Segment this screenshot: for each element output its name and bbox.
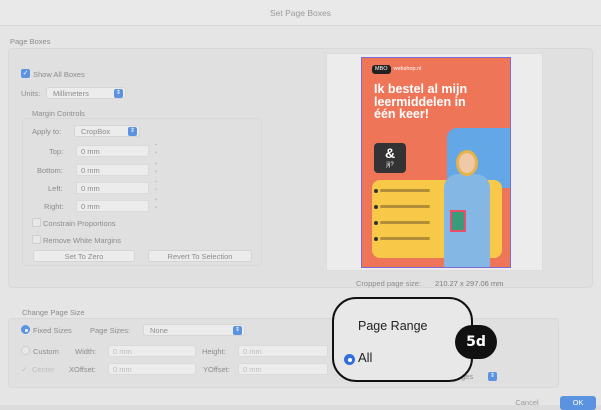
window-title: Set Page Boxes (0, 0, 601, 26)
top-margin-field[interactable]: 0 mm (76, 145, 149, 157)
width-label: Width: (75, 347, 97, 356)
center-label: Center (32, 365, 55, 374)
poster-bullet-line (380, 205, 430, 208)
page-range-title: Page Range (358, 319, 428, 333)
step-badge: 5d (455, 325, 497, 359)
revert-to-selection-button[interactable]: Revert To Selection (148, 250, 252, 262)
all-pages-radio[interactable] (344, 354, 355, 365)
top-stepper[interactable]: ⌃ ⌄ (153, 144, 159, 156)
apply-to-value: CropBox (81, 127, 111, 136)
cancel-button[interactable]: Cancel (503, 396, 551, 410)
left-label: Left: (48, 184, 63, 193)
all-pages-label: All (358, 350, 373, 365)
yoffset-label: YOffset: (203, 365, 230, 374)
bullet-icon (374, 205, 378, 209)
page-range-callout: Page Range All (332, 297, 473, 382)
bottom-margin-field[interactable]: 0 mm (76, 164, 149, 176)
units-label: Units: (21, 89, 41, 98)
bottom-stepper[interactable]: ⌃ ⌄ (153, 163, 159, 175)
set-to-zero-button[interactable]: Set To Zero (33, 250, 135, 262)
height-label: Height: (202, 347, 226, 356)
custom-label: Custom (33, 347, 59, 356)
bullet-icon (374, 237, 378, 241)
check-icon: ✓ (21, 365, 28, 374)
poster-bullet-line (380, 237, 430, 240)
apply-to-label: Apply to: (32, 127, 62, 136)
poster-person-image (440, 150, 492, 267)
chevron-updown-icon: ⇕ (233, 326, 242, 335)
cropped-size-label: Cropped page size: (356, 279, 422, 288)
top-label: Top: (49, 147, 64, 156)
right-margin-field[interactable]: 0 mm (76, 200, 149, 212)
chevron-updown-icon: ⇕ (114, 89, 123, 98)
poster-bullet-line (380, 221, 430, 224)
poster-logo: MBO webshop.nl (372, 65, 421, 74)
change-page-size-label: Change Page Size (22, 308, 85, 317)
chevron-updown-icon: ⇕ (488, 372, 497, 381)
remove-white-margins-checkbox[interactable] (32, 235, 41, 244)
show-all-boxes-label: Show All Boxes (33, 70, 85, 79)
chevron-updown-icon: ⇕ (128, 127, 137, 136)
show-all-boxes-checkbox[interactable]: ✓ (21, 69, 30, 78)
units-select-value: Millimeters (53, 89, 89, 98)
apply-to-select[interactable]: CropBox ⇕ (74, 125, 140, 137)
cropped-size-value: 210.27 x 297.06 mm (435, 279, 504, 288)
margin-controls-label: Margin Controls (32, 109, 85, 118)
left-margin-field[interactable]: 0 mm (76, 182, 149, 194)
bullet-icon (374, 189, 378, 193)
width-field[interactable]: 0 mm (108, 345, 196, 357)
xoffset-field[interactable]: 0 mm (108, 363, 196, 375)
right-label: Right: (44, 202, 64, 211)
right-stepper[interactable]: ⌃ ⌄ (153, 199, 159, 211)
height-field[interactable]: 0 mm (238, 345, 328, 357)
bottom-label: Bottom: (37, 166, 63, 175)
poster-speech-bubble: & jij? (374, 143, 406, 173)
set-page-boxes-dialog: Set Page Boxes Page Boxes ✓ Show All Box… (0, 0, 601, 410)
custom-radio[interactable] (21, 346, 30, 355)
units-select[interactable]: Millimeters ⇕ (46, 87, 126, 99)
remove-white-margins-label: Remove White Margins (43, 236, 121, 245)
poster-headline: Ik bestel al mijn leermiddelen in één ke… (374, 82, 468, 121)
left-stepper[interactable]: ⌃ ⌄ (153, 181, 159, 193)
bullet-icon (374, 221, 378, 225)
fixed-sizes-radio[interactable] (21, 325, 30, 334)
page-sizes-value: None (150, 326, 168, 335)
page-boxes-group-label: Page Boxes (10, 37, 51, 46)
yoffset-field[interactable]: 0 mm (238, 363, 328, 375)
page-sizes-label: Page Sizes: (90, 326, 131, 335)
person-book (450, 210, 466, 232)
fixed-sizes-label: Fixed Sizes (33, 326, 72, 335)
xoffset-label: XOffset: (69, 365, 96, 374)
page-sizes-select[interactable]: None ⇕ (143, 324, 245, 336)
page-thumbnail: MBO webshop.nl Ik bestel al mijn leermidd… (361, 57, 511, 268)
ok-button[interactable]: OK (560, 396, 596, 410)
constrain-proportions-checkbox[interactable] (32, 218, 41, 227)
poster-bullet-line (380, 189, 430, 192)
constrain-proportions-label: Constrain Proportions (43, 219, 116, 228)
person-head (456, 150, 478, 176)
